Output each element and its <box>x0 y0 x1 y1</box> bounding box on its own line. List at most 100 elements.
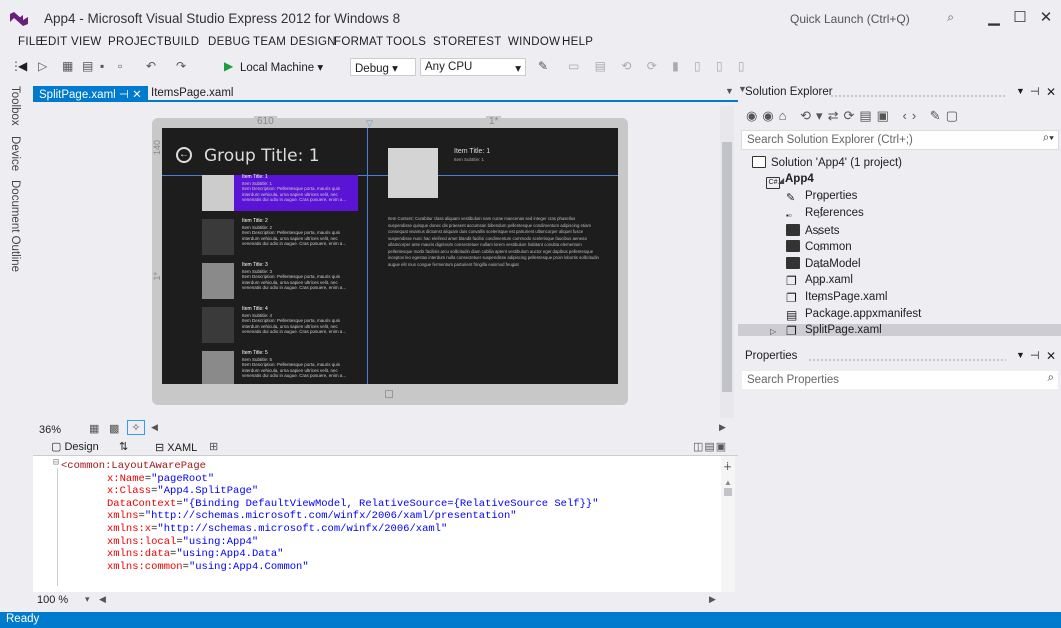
menu-help[interactable]: HELP <box>562 36 593 48</box>
menu-team[interactable]: TEAM <box>253 36 286 48</box>
grid-icon[interactable]: ▦ <box>89 422 99 435</box>
pin-icon[interactable]: ⊣ <box>119 89 129 101</box>
tree-item-references[interactable]: ▷ ▪▫ References <box>786 207 864 223</box>
expand-chevron-icon[interactable]: ▷ <box>818 243 824 252</box>
expand-chevron-icon[interactable]: ▷ <box>818 193 824 202</box>
code-vertical-scrollbar[interactable]: ∔ ▲ <box>721 456 735 592</box>
column-ruler-610[interactable]: 610 <box>254 116 277 127</box>
open-icon[interactable]: ▤ <box>82 59 93 73</box>
item-list[interactable]: Item Title: 1 Item Subtitle: 1 Item Descri… <box>162 174 367 384</box>
xaml-view-tab[interactable]: ⊟ XAML <box>155 441 197 454</box>
tree-item-package-appxmanifest[interactable]: ▤ Package.appxmanifest <box>786 308 921 322</box>
menu-debug[interactable]: DEBUG <box>208 36 250 48</box>
menu-window[interactable]: WINDOW <box>508 36 560 48</box>
close-panel-icon[interactable]: ✕ <box>1046 85 1056 99</box>
document-outline-tab[interactable]: Document Outline <box>9 180 21 272</box>
save-all-icon[interactable]: ▫ <box>118 59 122 73</box>
design-view-tab[interactable]: ▢ Design <box>51 440 99 453</box>
column-ruler-star[interactable]: 1* <box>486 116 502 127</box>
menu-tools[interactable]: TOOLS <box>386 36 426 48</box>
solution-toolbar[interactable]: ◉◉⌂ ⟲▾⇄⟳▤▣ ‹› ✎▢ <box>746 108 963 124</box>
split-icon[interactable]: ∔ <box>723 460 732 473</box>
page-preview[interactable]: ← Group Title: 1 Item Title: 1 Item Subti… <box>162 128 618 384</box>
expand-chevron-icon[interactable]: ▷ <box>818 260 824 269</box>
tab-dropdown-icon[interactable]: ▼ <box>725 86 734 96</box>
expand-chevron-icon[interactable]: ▷ <box>818 277 824 286</box>
popout-icon[interactable]: ⊞ <box>209 440 218 453</box>
device-tab[interactable]: Device <box>9 136 21 171</box>
panel-menu-icon[interactable]: ▼ <box>1016 86 1025 96</box>
forward-icon[interactable]: ▷ <box>38 59 47 73</box>
swap-panes-button[interactable]: ⇅ <box>119 440 128 453</box>
close-button[interactable]: ✕ <box>1036 8 1056 26</box>
hscroll-left-icon[interactable]: ◀ <box>99 594 106 605</box>
pin-panel-icon[interactable]: ⊣ <box>1030 349 1040 362</box>
hscroll-right-icon[interactable]: ▶ <box>709 594 716 605</box>
close-tab-icon[interactable]: ✕ <box>132 89 142 101</box>
menu-test[interactable]: TEST <box>471 36 502 48</box>
save-icon[interactable]: ▪ <box>100 59 104 73</box>
target-dropdown[interactable]: Local Machine ▾ <box>236 58 348 76</box>
tree-project-app4[interactable]: ◢ C# App4 <box>766 173 814 189</box>
properties-search-input[interactable]: Search Properties ⌕ <box>741 370 1059 390</box>
scroll-left-icon[interactable]: ◀ <box>151 422 158 433</box>
back-button-icon[interactable]: ← <box>176 147 192 163</box>
tree-item-common[interactable]: ▷ Common <box>786 240 852 253</box>
code-scroll-thumb[interactable] <box>724 488 732 496</box>
tree-item-itemspage-xaml[interactable]: ▷ ❐ ItemsPage.xaml <box>786 291 887 305</box>
minimize-button[interactable]: ▁ <box>984 8 1004 26</box>
tab-itemspage[interactable]: ItemsPage.xaml <box>151 87 233 99</box>
panel-dropdown-icon[interactable]: ▼ <box>738 84 747 104</box>
snap-grid-icon[interactable]: ▩ <box>109 422 119 435</box>
tree-solution[interactable]: Solution 'App4' (1 project) <box>752 156 902 169</box>
tree-item-datamodel[interactable]: ▷ DataModel <box>786 257 861 270</box>
start-icon[interactable]: ▶ <box>224 59 233 73</box>
redo-icon[interactable]: ↷ <box>176 59 186 73</box>
list-item[interactable]: Item Title: 5 Item Subtitle: 5 Item Descri… <box>202 350 358 384</box>
undo-icon[interactable]: ↶ <box>146 59 156 73</box>
list-item[interactable]: Item Title: 3 Item Subtitle: 3 Item Descri… <box>202 262 358 301</box>
xaml-code-editor[interactable]: ⊟ <common:LayoutAwarePage x:Name="pageRoo… <box>33 456 721 592</box>
menu-design[interactable]: DESIGN <box>290 36 336 48</box>
expand-chevron-icon[interactable]: ▷ <box>818 294 824 303</box>
scroll-right-icon[interactable]: ▶ <box>719 422 726 433</box>
tree-item-assets[interactable]: ▷ Assets <box>786 223 840 237</box>
expand-chevron-icon[interactable]: ◢ <box>778 176 784 185</box>
toolbox-tab[interactable]: Toolbox <box>9 86 21 126</box>
menu-format[interactable]: FORMAT <box>334 36 384 48</box>
zoom-level[interactable]: 36% <box>39 424 61 436</box>
expand-chevron-icon[interactable]: ▷ <box>770 327 776 336</box>
platform-dropdown[interactable]: Any CPU ▾ <box>420 58 526 76</box>
row-ruler-star[interactable]: 1* <box>152 272 162 281</box>
close-panel-icon[interactable]: ✕ <box>1046 349 1056 363</box>
tab-splitpage[interactable]: SplitPage.xaml ⊣ ✕ <box>33 86 148 102</box>
menu-store[interactable]: STORE <box>433 36 474 48</box>
new-project-icon[interactable]: ▦ <box>62 59 73 73</box>
tree-item-properties[interactable]: ▷ ✎ Properties <box>786 190 857 204</box>
menu-project[interactable]: PROJECT <box>108 36 164 48</box>
menu-build[interactable]: BUILD <box>164 36 199 48</box>
menu-edit[interactable]: EDIT <box>40 36 67 48</box>
list-item[interactable]: Item Title: 2 Item Subtitle: 2 Item Descri… <box>202 218 358 257</box>
split-orientation-icons[interactable]: ◫▤▣ <box>693 440 727 453</box>
code-zoom-level[interactable]: 100 % <box>37 594 68 606</box>
config-dropdown[interactable]: Debug ▾ <box>350 58 416 76</box>
panel-menu-icon[interactable]: ▼ <box>1016 350 1025 360</box>
zoom-dropdown-icon[interactable]: ▾ <box>85 594 90 605</box>
find-icon[interactable]: ✎ <box>538 59 548 73</box>
back-icon[interactable]: ◀ <box>18 59 27 73</box>
tree-item-splitpage-xaml[interactable]: ▷ ❐ SplitPage.xaml <box>738 324 1061 338</box>
expand-chevron-icon[interactable]: ▷ <box>818 227 824 236</box>
solution-search-input[interactable]: Search Solution Explorer (Ctrl+;) ⌕▾ <box>741 130 1059 150</box>
quick-launch-input[interactable]: Quick Launch (Ctrl+Q) ⌕ <box>786 10 958 30</box>
pin-panel-icon[interactable]: ⊣ <box>1030 85 1040 98</box>
list-item[interactable]: Item Title: 1 Item Subtitle: 1 Item Descri… <box>202 174 358 211</box>
designer-scroll-thumb[interactable] <box>722 142 732 392</box>
maximize-button[interactable]: ☐ <box>1010 8 1030 26</box>
scroll-up-icon[interactable]: ▲ <box>724 478 732 487</box>
list-item[interactable]: Item Title: 4 Item Subtitle: 4 Item Descri… <box>202 306 358 345</box>
tree-item-app-xaml[interactable]: ▷ ❐ App.xaml <box>786 274 853 288</box>
row-ruler-140[interactable]: 140 <box>152 140 162 155</box>
expand-chevron-icon[interactable]: ▷ <box>818 210 824 219</box>
artboard-icon[interactable]: ✧ <box>127 420 145 435</box>
